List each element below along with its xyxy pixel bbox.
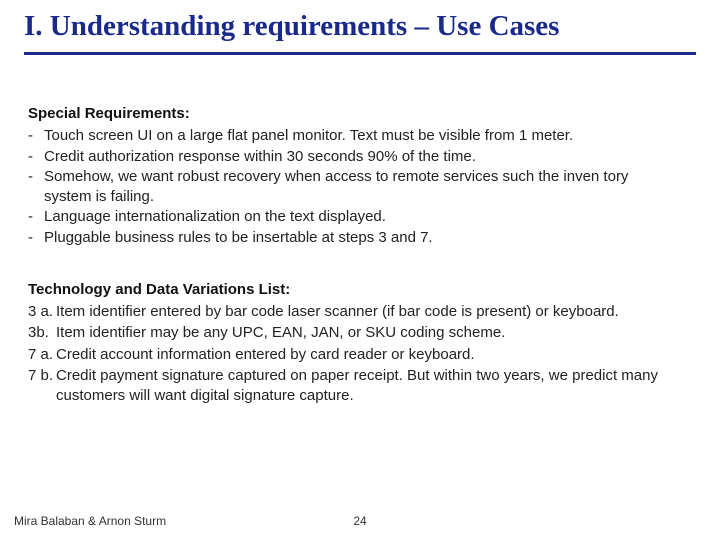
slide: I. Understanding requirements – Use Case… [0, 0, 720, 540]
list-item-text: Touch screen UI on a large flat panel mo… [44, 126, 680, 146]
spacer [28, 248, 680, 266]
list-item-text: Item identifier entered by bar code lase… [56, 302, 680, 322]
bullet-dash: - [28, 147, 44, 167]
list-item-text: Credit account information entered by ca… [56, 345, 680, 365]
list-item: - Somehow, we want robust recovery when … [28, 167, 680, 208]
slide-title: I. Understanding requirements – Use Case… [24, 10, 696, 43]
bullet-dash: - [28, 228, 44, 248]
list-item-text: Credit payment signature captured on pap… [56, 366, 680, 407]
bullet-dash: - [28, 207, 44, 227]
list-item: - Language internationalization on the t… [28, 207, 680, 227]
item-number: 7 a. [28, 345, 56, 365]
section-heading-special: Special Requirements: [28, 104, 680, 124]
item-number: 3b. [28, 323, 56, 343]
list-item-text: Credit authorization response within 30 … [44, 147, 680, 167]
list-item: - Pluggable business rules to be inserta… [28, 228, 680, 248]
list-item: 3 a. Item identifier entered by bar code… [28, 302, 680, 322]
section-heading-tech: Technology and Data Variations List: [28, 280, 680, 300]
list-item: - Touch screen UI on a large flat panel … [28, 126, 680, 146]
item-number: 3 a. [28, 302, 56, 322]
footer-page-number: 24 [0, 514, 720, 528]
list-item-text: Item identifier may be any UPC, EAN, JAN… [56, 323, 680, 343]
list-item-text: Somehow, we want robust recovery when ac… [44, 167, 680, 208]
list-item-text: Pluggable business rules to be insertabl… [44, 228, 680, 248]
list-item-text: Language internationalization on the tex… [44, 207, 680, 227]
list-item: - Credit authorization response within 3… [28, 147, 680, 167]
bullet-dash: - [28, 167, 44, 208]
list-item: 3b. Item identifier may be any UPC, EAN,… [28, 323, 680, 343]
item-number: 7 b. [28, 366, 56, 407]
bullet-dash: - [28, 126, 44, 146]
list-item: 7 a. Credit account information entered … [28, 345, 680, 365]
title-underline [24, 52, 696, 55]
list-item: 7 b. Credit payment signature captured o… [28, 366, 680, 407]
slide-body: Special Requirements: - Touch screen UI … [28, 90, 680, 407]
